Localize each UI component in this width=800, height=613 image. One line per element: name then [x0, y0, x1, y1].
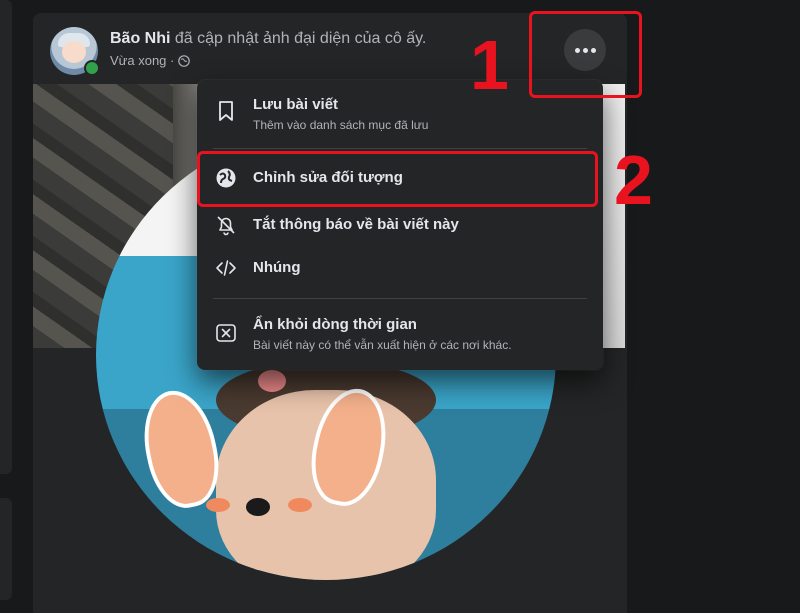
annotation-step-2: 2 [614, 141, 653, 219]
left-column-card [0, 498, 12, 600]
menu-item-turn-off-notifications[interactable]: Tắt thông báo về bài viết này [205, 205, 595, 245]
dog-ear-filter-left [134, 384, 228, 514]
globe-icon[interactable] [178, 54, 191, 67]
online-status-dot [84, 60, 100, 76]
post-header: Bão Nhi đã cập nhật ảnh đại diện của cô … [110, 30, 426, 48]
save-post-sublabel: Thêm vào danh sách mục đã lưu [253, 118, 429, 132]
left-column-card [0, 0, 12, 474]
annotation-step-1: 1 [470, 26, 509, 104]
dog-nose-filter [246, 498, 270, 516]
menu-item-embed[interactable]: Nhúng [205, 248, 595, 288]
post-author-name[interactable]: Bão Nhi [110, 30, 170, 47]
avatar-face [62, 41, 86, 63]
flower-accessory [258, 370, 286, 392]
menu-divider [213, 148, 587, 149]
cheek-left [206, 498, 230, 512]
post-options-menu: Lưu bài viết Thêm vào danh sách mục đã l… [197, 80, 603, 370]
hide-from-timeline-label: Ẩn khỏi dòng thời gian [253, 316, 417, 333]
bookmark-icon [219, 101, 233, 121]
post-timestamp[interactable]: Vừa xong · [110, 53, 174, 68]
turn-off-notifications-label: Tắt thông báo về bài viết này [253, 216, 459, 233]
hide-from-timeline-sublabel: Bài viết này có thể vẫn xuất hiện ở các … [253, 338, 512, 352]
post-meta: Vừa xong · [110, 53, 191, 68]
embed-label: Nhúng [253, 259, 301, 276]
menu-divider [213, 298, 587, 299]
annotation-highlight-edit-audience [197, 151, 598, 207]
bell-off-icon [217, 216, 235, 236]
annotation-highlight-more-button [529, 11, 642, 98]
save-post-label: Lưu bài viết [253, 96, 339, 113]
menu-item-hide-from-timeline[interactable]: Ẩn khỏi dòng thời gian Bài viết này có t… [205, 308, 595, 360]
close-box-icon [216, 324, 236, 342]
code-icon [216, 260, 236, 276]
cheek-right [288, 498, 312, 512]
post-action-text: đã cập nhật ảnh đại diện của cô ấy. [174, 30, 427, 47]
